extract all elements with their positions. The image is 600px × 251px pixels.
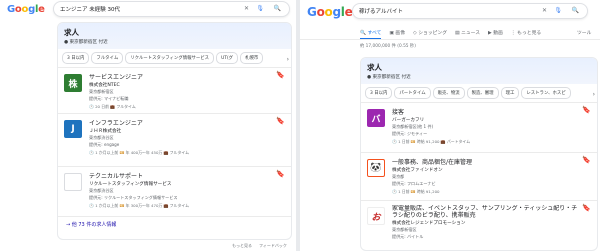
jobs-header: 求人 ● 東京都新宿区 付近 — [361, 58, 597, 84]
job-title[interactable]: サービスエンジニア — [89, 72, 277, 81]
job-source: 提供元: マイナビ転職 — [89, 96, 129, 101]
job-company: バーガーカフリ — [392, 118, 425, 123]
job-title[interactable]: 一般事務、商品梱包/在庫管理 — [392, 157, 583, 166]
tab-videos[interactable]: ▶ 動画 — [488, 29, 503, 39]
left-search-panel: Google エンジニア 未経験 30代 ✕ 🎙 🔍 求人 ● 東京都新宿区 付… — [0, 0, 296, 251]
chip-filter[interactable]: 理工 — [500, 87, 520, 99]
jobs-card: 求人 ● 東京都新宿区 付近 3 日以内 パートタイム 販売、物流 製造、審理 … — [360, 57, 598, 251]
jobs-title: 求人 — [367, 63, 382, 72]
job-listing[interactable]: バ 接客 バーガーカフリ 東京都新宿区(他 1 件) 提供元: ジモティー 🕓 … — [361, 102, 597, 152]
job-meta: 🕓 20 日前 💼 フルタイム — [89, 104, 136, 109]
result-stats: 約 17,000,000 件 (0.55 秒) — [360, 44, 416, 49]
chip-filter[interactable]: パートタイム — [394, 87, 431, 99]
search-box[interactable]: 稼げるアルバイト ✕ 🎙 🔍 — [352, 3, 588, 19]
chevron-right-icon[interactable]: › — [286, 56, 289, 63]
job-listing[interactable]: 株 サービスエンジニア 株式会社NTEC 東京都新宿区 提供元: マイナビ転職 … — [58, 67, 291, 113]
tab-shopping[interactable]: ◇ ショッピング — [413, 29, 447, 39]
job-source: 提供元: フロムエーナビ — [392, 181, 436, 186]
bookmark-icon[interactable]: 🔖 — [582, 156, 591, 164]
chip-filter[interactable]: リクルートスタッフィング情報サービス — [125, 52, 215, 64]
chevron-right-icon[interactable]: › — [592, 91, 595, 98]
chip-filter[interactable]: フルタイム — [91, 52, 124, 64]
chip-filter[interactable]: 3 日以内 — [62, 52, 90, 64]
right-search-panel: Google 稼げるアルバイト ✕ 🎙 🔍 🔍 すべて ▣ 画像 ◇ ショッピン… — [300, 0, 600, 251]
bookmark-icon[interactable]: 🔖 — [582, 204, 591, 212]
chip-filter[interactable]: UT(グ — [216, 52, 239, 64]
job-company: 株式会社NTEC — [89, 83, 120, 88]
search-icon[interactable]: 🔍 — [572, 8, 579, 14]
filter-chips: 3 日以内 パートタイム 販売、物流 製造、審理 理工 レストラン、ホスピ — [361, 84, 597, 102]
jobs-location: ● 東京都新宿区 付近 — [367, 75, 411, 80]
company-logo: お — [367, 207, 385, 225]
job-source: 提供元: バイトル — [392, 234, 424, 239]
job-location: 東京都渋谷区 — [89, 135, 114, 140]
job-listing[interactable]: 🐼 一般事務、商品梱包/在庫管理 株式会社ファインドオン 東京都 提供元: フロ… — [361, 152, 597, 200]
clear-icon[interactable]: ✕ — [542, 8, 547, 14]
job-source: 提供元: engage — [89, 142, 120, 147]
tools-button[interactable]: ツール — [577, 29, 591, 36]
job-meta: 🕓 1 か月以上前 💴 年 400万～年 450万 💼 フルタイム — [89, 150, 190, 155]
job-location: 東京都新宿区(他 1 件) — [392, 124, 434, 129]
job-title[interactable]: 家電量販店、イベントスタッフ、サンプリング・ティッシュ配り・チラシ配りのビラ配り… — [392, 205, 583, 219]
job-source: 提供元: リクルートスタッフィング情報サービス — [89, 195, 178, 200]
chip-filter[interactable]: 製造、審理 — [466, 87, 499, 99]
search-tabs: 🔍 すべて ▣ 画像 ◇ ショッピング ▤ ニュース ▶ 動画 ⋮ もっと見る — [360, 29, 541, 39]
job-listing[interactable]: J インフラエンジニア ＪＨＲ株式会社 東京都渋谷区 提供元: engage 🕓… — [58, 113, 291, 166]
search-icon[interactable]: 🔍 — [274, 6, 281, 12]
clear-icon[interactable]: ✕ — [244, 6, 249, 12]
company-logo: 🐼 — [367, 159, 385, 177]
jobs-card: 求人 ● 東京都新宿区 付近 3 日以内 フルタイム リクルートスタッフィング情… — [57, 22, 292, 240]
tab-more[interactable]: ⋮ もっと見る — [511, 29, 541, 39]
google-logo[interactable]: Google — [7, 4, 45, 15]
job-meta: 🕓 1 日前 💴 時給 ¥1,200 💼 パートタイム — [392, 139, 471, 144]
job-company: 株式会社レジェンドプロモーション — [392, 221, 466, 226]
more-jobs-link[interactable]: → 他 73 件の求人情報 — [58, 217, 291, 232]
job-meta: 🕓 1 か月以上前 💴 年 300万～年 470万 💼 フルタイム — [89, 203, 190, 208]
job-listing[interactable]: お 家電量販店、イベントスタッフ、サンプリング・ティッシュ配り・チラシ配りのビラ… — [361, 200, 597, 250]
company-logo — [64, 173, 82, 191]
bookmark-icon[interactable]: 🔖 — [276, 71, 285, 79]
chip-filter[interactable]: レストラン、ホスピ — [521, 87, 571, 99]
job-location: 東京都 — [392, 174, 405, 179]
search-input[interactable]: 稼げるアルバイト — [359, 7, 403, 15]
job-listing[interactable]: テクニカルサポート リクルートスタッフィング情報サービス 東京都渋谷区 提供元:… — [58, 166, 291, 216]
job-title[interactable]: テクニカルサポート — [89, 171, 277, 180]
jobs-location: ● 東京都新宿区 付近 — [64, 40, 108, 45]
search-input[interactable]: エンジニア 未経験 30代 — [60, 5, 120, 13]
job-meta: 🕓 1 日前 💴 時給 ¥1,200 — [392, 189, 440, 194]
job-title[interactable]: 接客 — [392, 107, 583, 116]
company-logo: J — [64, 120, 82, 138]
chip-filter[interactable]: 3 日以内 — [365, 87, 393, 99]
bookmark-icon[interactable]: 🔖 — [276, 117, 285, 125]
mic-icon[interactable]: 🎙 — [256, 6, 264, 12]
bookmark-icon[interactable]: 🔖 — [276, 170, 285, 178]
chip-filter[interactable]: 札幌市 — [240, 52, 264, 64]
company-logo: バ — [367, 109, 385, 127]
company-logo: 株 — [64, 74, 82, 92]
job-location: 東京都新宿区 — [89, 89, 114, 94]
job-title[interactable]: インフラエンジニア — [89, 118, 277, 127]
filter-chips: 3 日以内 フルタイム リクルートスタッフィング情報サービス UT(グ 札幌市 — [58, 49, 291, 67]
footer-more[interactable]: もっと見る — [232, 243, 252, 249]
job-source: 提供元: ジモティー — [392, 131, 428, 136]
mic-icon[interactable]: 🎙 — [554, 8, 562, 14]
tab-images[interactable]: ▣ 画像 — [389, 29, 405, 39]
more-jobs-row[interactable]: → 他 73 件の求人情報 — [58, 216, 291, 232]
job-location: 東京都新宿区 — [392, 227, 417, 232]
tab-news[interactable]: ▤ ニュース — [455, 29, 480, 39]
google-logo[interactable]: Google — [307, 5, 353, 19]
jobs-title: 求人 — [64, 28, 79, 37]
chip-filter[interactable]: 販売、物流 — [432, 87, 465, 99]
footer-feedback[interactable]: フィードバック — [259, 243, 287, 249]
tab-all[interactable]: 🔍 すべて — [360, 29, 382, 39]
job-location: 東京都渋谷区 — [89, 188, 114, 193]
job-company: ＪＨＲ株式会社 — [89, 129, 122, 134]
jobs-header: 求人 ● 東京都新宿区 付近 — [58, 23, 291, 49]
job-company: リクルートスタッフィング情報サービス — [89, 182, 172, 187]
job-company: 株式会社ファインドオン — [392, 168, 443, 173]
tabs-divider — [300, 39, 600, 40]
bookmark-icon[interactable]: 🔖 — [582, 106, 591, 114]
search-box[interactable]: エンジニア 未経験 30代 ✕ 🎙 🔍 — [53, 1, 290, 17]
